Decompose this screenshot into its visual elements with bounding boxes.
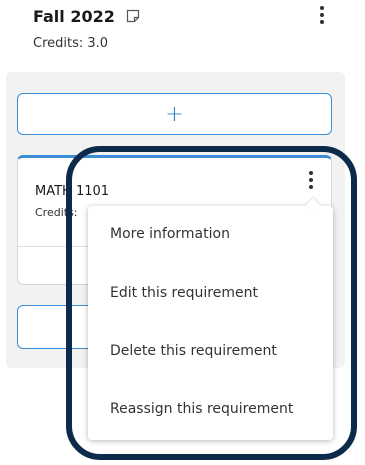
note-icon[interactable] (126, 9, 140, 23)
menu-item-more-information[interactable]: More information (110, 226, 230, 242)
term-credits-value: 3.0 (87, 36, 109, 51)
menu-item-edit-requirement[interactable]: Edit this requirement (110, 285, 258, 301)
term-credits: Credits: 3.0 (33, 36, 108, 51)
plus-icon: + (165, 101, 184, 127)
add-requirement-button[interactable]: + (17, 93, 332, 135)
menu-item-reassign-requirement[interactable]: Reassign this requirement (110, 401, 293, 417)
term-credits-label: Credits: (33, 36, 84, 51)
term-title: Fall 2022 (33, 7, 115, 26)
menu-item-delete-requirement[interactable]: Delete this requirement (110, 343, 277, 359)
context-menu: More information Edit this requirement D… (88, 206, 333, 440)
term-more-options-icon[interactable] (318, 6, 326, 24)
